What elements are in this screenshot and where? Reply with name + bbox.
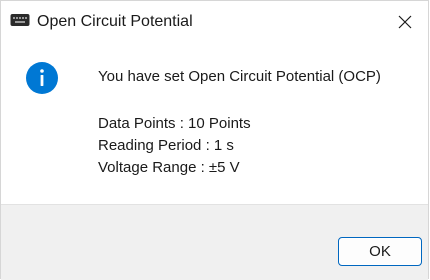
window-title: Open Circuit Potential bbox=[37, 13, 193, 30]
detail-reading-period: Reading Period : 1 s bbox=[98, 137, 234, 154]
ok-button[interactable]: OK bbox=[338, 237, 422, 266]
message-dialog: Open Circuit Potential You have set Open… bbox=[0, 0, 429, 280]
close-icon bbox=[398, 15, 412, 29]
message-heading: You have set Open Circuit Potential (OCP… bbox=[98, 68, 381, 85]
detail-voltage-range: Voltage Range : ±5 V bbox=[98, 159, 240, 176]
app-icon bbox=[10, 14, 30, 26]
title-bar[interactable]: Open Circuit Potential bbox=[1, 1, 428, 43]
detail-data-points: Data Points : 10 Points bbox=[98, 115, 251, 132]
message-area: You have set Open Circuit Potential (OCP… bbox=[1, 43, 428, 204]
close-button[interactable] bbox=[382, 1, 428, 43]
button-bar: OK bbox=[1, 204, 428, 280]
info-icon bbox=[26, 62, 58, 94]
